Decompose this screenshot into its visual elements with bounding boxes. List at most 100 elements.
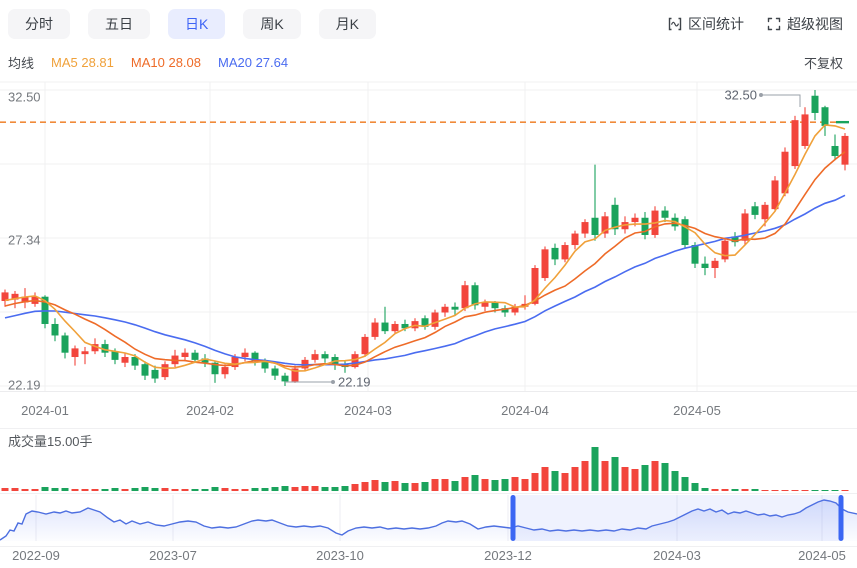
volume-bar	[412, 483, 419, 491]
volume-bar	[282, 486, 289, 491]
candle-body	[162, 364, 169, 377]
x-axis-label: 2024-01	[21, 403, 69, 418]
tab-daily-k[interactable]: 日K	[168, 9, 225, 39]
volume-bar	[302, 486, 309, 491]
candle-body	[462, 285, 469, 308]
volume-bar	[402, 483, 409, 491]
volume-bar	[612, 457, 619, 491]
volume-bar	[332, 487, 339, 491]
candle-body	[532, 268, 539, 304]
volume-bar	[762, 490, 769, 491]
candle-body	[832, 146, 839, 156]
ma-legend: 均线 MA5 28.81 MA10 28.08 MA20 27.64	[8, 53, 288, 72]
candle-body	[432, 313, 439, 327]
volume-bar	[312, 486, 319, 491]
candle-body	[842, 136, 849, 165]
candle-body	[802, 114, 809, 146]
candle-body	[572, 234, 579, 245]
volume-bar	[32, 489, 39, 491]
x-axis-label: 2024-04	[501, 403, 549, 418]
volume-bar	[832, 490, 839, 491]
range-stats-button[interactable]: 区间统计	[667, 14, 744, 34]
volume-bar	[202, 489, 209, 491]
candle-body	[712, 261, 719, 268]
divider	[0, 546, 857, 547]
date-range-navigator[interactable]	[0, 494, 857, 546]
candle-body	[592, 218, 599, 235]
volume-bar	[792, 490, 799, 491]
volume-bar	[732, 489, 739, 491]
candle-body	[452, 307, 459, 310]
tab-five-day[interactable]: 五日	[88, 9, 150, 39]
adjust-mode-selector[interactable]: 不复权	[804, 53, 843, 72]
volume-bar	[772, 490, 779, 491]
price-axis-label: 22.19	[8, 378, 41, 393]
navigator-label: 2024-05	[798, 548, 846, 563]
volume-bar	[242, 489, 249, 491]
volume-bar	[172, 489, 179, 491]
candle-body	[792, 120, 799, 166]
candle-body	[72, 348, 79, 357]
volume-bar	[442, 479, 449, 491]
volume-bar	[702, 488, 709, 491]
volume-bar	[822, 490, 829, 491]
candle-body	[442, 307, 449, 313]
low-annotation: 22.19	[338, 375, 371, 390]
super-view-label: 超级视图	[787, 14, 843, 34]
candle-body	[112, 351, 119, 360]
super-view-button[interactable]: 超级视图	[766, 14, 843, 34]
volume-bar	[552, 471, 559, 491]
volume-chart[interactable]	[0, 428, 857, 493]
navigator-selection[interactable]	[513, 495, 841, 541]
volume-bar	[342, 486, 349, 491]
super-view-icon	[766, 16, 782, 32]
volume-bar	[432, 479, 439, 491]
candle-body	[702, 264, 709, 268]
volume-bar	[232, 489, 239, 491]
volume-bar	[782, 490, 789, 491]
candle-body	[312, 354, 319, 360]
candle-body	[82, 351, 89, 354]
navigator-handle-right[interactable]	[839, 495, 844, 541]
volume-bar	[62, 488, 69, 491]
volume-bar	[262, 488, 269, 491]
navigator-handle-left[interactable]	[511, 495, 516, 541]
candle-body	[182, 353, 189, 357]
volume-bar	[272, 487, 279, 491]
tab-intraday[interactable]: 分时	[8, 9, 70, 39]
volume-bar	[92, 489, 99, 491]
range-stats-label: 区间统计	[688, 14, 744, 34]
navigator-label: 2023-07	[149, 548, 197, 563]
ma10-value: MA10 28.08	[131, 55, 201, 70]
main-candlestick-chart[interactable]: 32.5027.3422.1932.5022.19	[0, 76, 857, 392]
candle-body	[242, 353, 249, 357]
period-tabs: 分时五日日K 周K 月K	[8, 9, 376, 39]
volume-bar	[742, 489, 749, 491]
tab-monthly-k[interactable]: 月K	[319, 9, 376, 39]
volume-bar	[72, 489, 79, 491]
volume-bar	[662, 463, 669, 491]
candle-body	[382, 323, 389, 332]
range-stats-icon	[667, 16, 683, 32]
volume-bar	[252, 488, 259, 491]
x-axis-label: 2024-05	[673, 403, 721, 418]
volume-bar	[582, 461, 589, 491]
ma20-line	[5, 195, 845, 365]
x-axis-label: 2024-03	[344, 403, 392, 418]
tab-weekly-k[interactable]: 周K	[243, 9, 300, 39]
volume-bar	[752, 489, 759, 491]
ma-legend-title: 均线	[8, 53, 34, 72]
candle-body	[392, 324, 399, 331]
volume-bar	[362, 482, 369, 491]
volume-bar	[722, 489, 729, 491]
candle-body	[822, 107, 829, 126]
candle-body	[692, 245, 699, 264]
candle-body	[772, 180, 779, 209]
volume-bar	[802, 490, 809, 491]
volume-bar	[602, 461, 609, 491]
volume-bar	[52, 488, 59, 491]
volume-bar	[152, 488, 159, 491]
candle-body	[152, 370, 159, 379]
candle-body	[762, 205, 769, 219]
candle-body	[562, 245, 569, 259]
